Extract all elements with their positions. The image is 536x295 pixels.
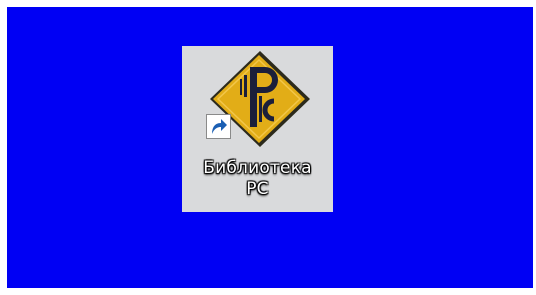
desktop-icon-label: Библиотека РС [182,158,333,200]
desktop[interactable]: Библиотека РС [7,7,533,288]
icon-label-line-1: Библиотека [203,158,312,178]
icon-label-line-2: РС [246,179,269,199]
desktop-shortcut-biblioteka-rs[interactable]: Библиотека РС [182,46,333,212]
shortcut-arrow-icon [206,114,231,139]
